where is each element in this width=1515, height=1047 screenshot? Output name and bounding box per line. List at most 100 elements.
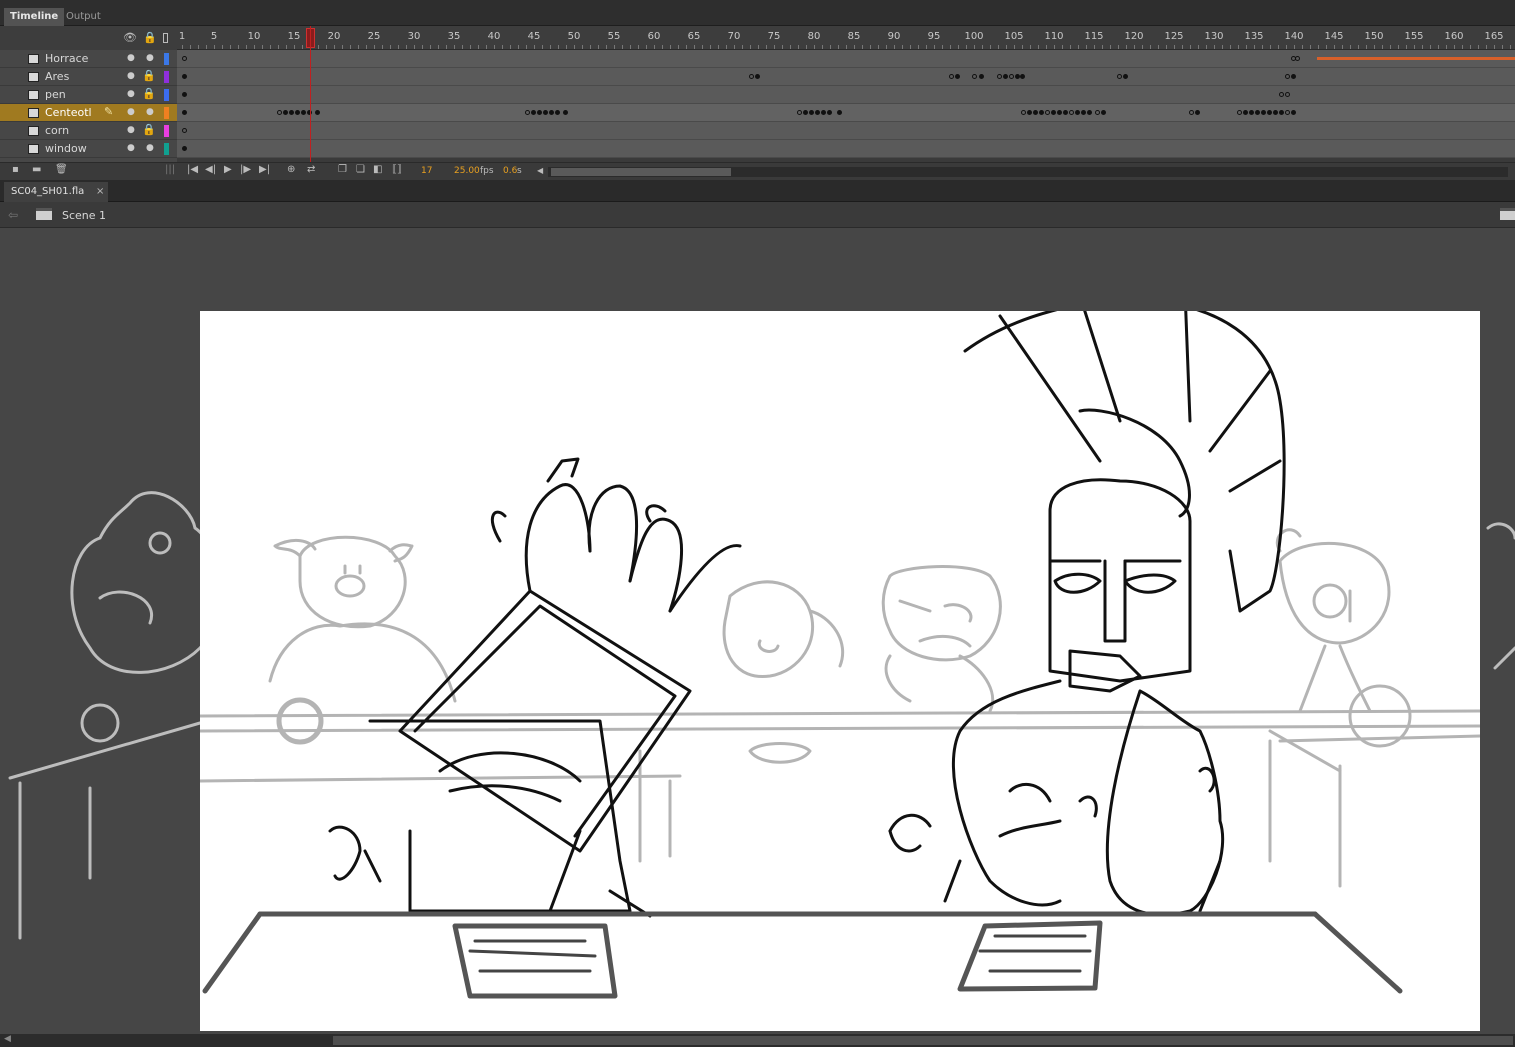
keyframe[interactable]: [563, 110, 568, 115]
step-forward-icon[interactable]: |▶: [240, 164, 251, 175]
edit-scene-icon[interactable]: [1500, 208, 1515, 220]
outline-color-swatch[interactable]: [164, 71, 169, 83]
keyframe[interactable]: [815, 110, 820, 115]
keyframe[interactable]: [955, 74, 960, 79]
frame-row-horrace[interactable]: [177, 50, 1515, 68]
play-icon[interactable]: ▶: [224, 164, 232, 175]
loop-icon[interactable]: ⇄: [307, 164, 315, 175]
keyframe[interactable]: [1081, 110, 1086, 115]
keyframe[interactable]: [1009, 74, 1014, 79]
keyframe[interactable]: [755, 74, 760, 79]
keyframe[interactable]: [1279, 92, 1284, 97]
timeline-scroll-thumb[interactable]: [551, 168, 731, 176]
keyframe[interactable]: [1267, 110, 1272, 115]
lock-icon[interactable]: 🔒: [142, 87, 156, 100]
delete-icon[interactable]: 🗑: [55, 164, 68, 175]
keyframe[interactable]: [1057, 110, 1062, 115]
onion-skin-outline-icon[interactable]: ❏: [356, 164, 365, 175]
keyframe[interactable]: [972, 74, 977, 79]
visibility-dot[interactable]: ●: [127, 53, 135, 63]
stage-canvas[interactable]: [200, 311, 1480, 1031]
keyframe[interactable]: [1101, 110, 1106, 115]
keyframe[interactable]: [749, 74, 754, 79]
layer-name[interactable]: Ares: [45, 70, 69, 83]
frame-ruler[interactable]: 1 5 10 15 20 25 30 35 40 45 50 55 60 65 70 75 80 85 90 95 10…: [177, 26, 1515, 50]
keyframe[interactable]: [1285, 92, 1290, 97]
lock-icon[interactable]: 🔒: [142, 123, 156, 136]
keyframe[interactable]: [543, 110, 548, 115]
fps-value[interactable]: 25.00: [454, 166, 480, 176]
lock-icon[interactable]: 🔒: [143, 31, 157, 44]
keyframe[interactable]: [1123, 74, 1128, 79]
outline-color-swatch[interactable]: [164, 89, 169, 101]
keyframe[interactable]: [1063, 110, 1068, 115]
keyframe[interactable]: [827, 110, 832, 115]
keyframe[interactable]: [1020, 74, 1025, 79]
keyframe[interactable]: [549, 110, 554, 115]
new-layer-icon[interactable]: ▪: [12, 164, 19, 175]
keyframe[interactable]: [1285, 110, 1290, 115]
tab-timeline[interactable]: Timeline: [4, 8, 65, 26]
keyframe[interactable]: [1273, 110, 1278, 115]
keyframe[interactable]: [1095, 110, 1100, 115]
layer-name[interactable]: Centeotl: [45, 106, 92, 119]
keyframe[interactable]: [1255, 110, 1260, 115]
keyframe[interactable]: [1003, 74, 1008, 79]
frame-row-corn[interactable]: [177, 122, 1515, 140]
keyframe[interactable]: [1069, 110, 1074, 115]
current-frame-value[interactable]: 17: [421, 166, 432, 176]
tab-output[interactable]: Output: [60, 8, 107, 26]
playhead-line[interactable]: [310, 26, 311, 180]
lock-dot[interactable]: ●: [146, 53, 154, 63]
keyframe[interactable]: [797, 110, 802, 115]
keyframe[interactable]: [1021, 110, 1026, 115]
keyframe[interactable]: [1189, 110, 1194, 115]
center-frame-icon[interactable]: ⊕: [287, 164, 295, 175]
keyframe[interactable]: [182, 128, 187, 133]
keyframe[interactable]: [182, 146, 187, 151]
edit-multiple-frames-icon[interactable]: ◧: [373, 164, 382, 175]
frame-row-window[interactable]: [177, 140, 1515, 158]
keyframe[interactable]: [837, 110, 842, 115]
layer-row-horrace[interactable]: Horrace ● ●: [0, 50, 177, 68]
pasteboard[interactable]: [0, 228, 1515, 1034]
lock-dot[interactable]: ●: [146, 143, 154, 153]
back-arrow-icon[interactable]: ⇦: [8, 208, 18, 222]
keyframe[interactable]: [1195, 110, 1200, 115]
outline-icon[interactable]: [163, 33, 168, 43]
keyframe[interactable]: [1051, 110, 1056, 115]
keyframe[interactable]: [1295, 56, 1300, 61]
layer-row-ares[interactable]: Ares ● 🔒: [0, 68, 177, 86]
layer-name[interactable]: window: [45, 142, 87, 155]
outline-color-swatch[interactable]: [164, 143, 169, 155]
keyframe[interactable]: [315, 110, 320, 115]
visibility-dot[interactable]: ●: [127, 107, 135, 117]
keyframe[interactable]: [295, 110, 300, 115]
keyframe[interactable]: [979, 74, 984, 79]
keyframe[interactable]: [289, 110, 294, 115]
new-folder-icon[interactable]: ▬: [32, 164, 41, 175]
keyframe[interactable]: [809, 110, 814, 115]
resize-handle[interactable]: |||: [165, 164, 175, 175]
keyframe[interactable]: [1075, 110, 1080, 115]
layer-row-window[interactable]: window ● ●: [0, 140, 177, 158]
keyframe[interactable]: [1033, 110, 1038, 115]
scroll-left-arrow-icon[interactable]: ◀: [4, 1034, 11, 1044]
keyframe[interactable]: [301, 110, 306, 115]
layer-row-centeotl[interactable]: Centeotl ✎ ● ●: [0, 104, 177, 122]
layer-name[interactable]: corn: [45, 124, 69, 137]
outline-color-swatch[interactable]: [164, 53, 169, 65]
keyframe[interactable]: [1039, 110, 1044, 115]
visibility-dot[interactable]: ●: [127, 89, 135, 99]
layer-row-pen[interactable]: pen ● 🔒: [0, 86, 177, 104]
keyframe[interactable]: [1291, 74, 1296, 79]
eye-icon[interactable]: 👁: [123, 31, 137, 44]
layer-row-corn[interactable]: corn ● 🔒: [0, 122, 177, 140]
keyframe[interactable]: [1117, 74, 1122, 79]
keyframe[interactable]: [182, 110, 187, 115]
keyframe[interactable]: [277, 110, 282, 115]
keyframe[interactable]: [525, 110, 530, 115]
stage-scrollbar[interactable]: ◀: [0, 1034, 1515, 1047]
layer-name[interactable]: Horrace: [45, 52, 88, 65]
keyframe[interactable]: [1279, 110, 1284, 115]
